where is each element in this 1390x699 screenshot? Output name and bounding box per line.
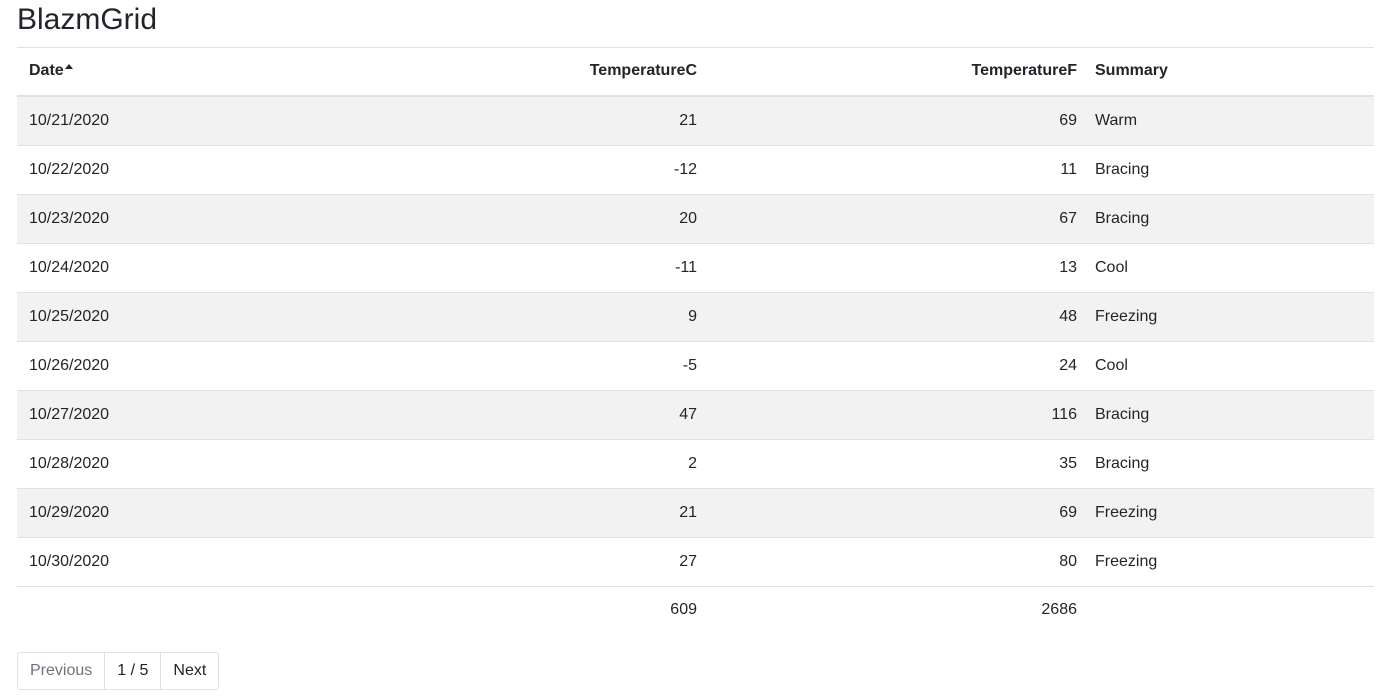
pagination: Previous 1 / 5 Next (17, 652, 220, 690)
summary-cell: Bracing (1089, 390, 1374, 440)
temperature-c-cell: -11 (443, 243, 709, 293)
table-row[interactable]: 10/28/2020 2 35 Bracing (17, 439, 1374, 489)
date-cell: 10/25/2020 (17, 292, 443, 342)
date-cell: 10/26/2020 (17, 341, 443, 391)
date-cell: 10/22/2020 (17, 145, 443, 195)
temperature-f-cell: 35 (709, 439, 1089, 489)
weather-grid: Date TemperatureC TemperatureF Summary 1… (17, 47, 1374, 633)
temperature-f-cell: 11 (709, 145, 1089, 195)
temperature-f-cell: 116 (709, 390, 1089, 440)
summary-cell: Cool (1089, 243, 1374, 293)
date-cell: 10/24/2020 (17, 243, 443, 293)
column-header-summary[interactable]: Summary (1089, 47, 1374, 97)
temperature-c-cell: 27 (443, 537, 709, 587)
total-temperature-c: 609 (670, 601, 697, 618)
temperature-c-cell: 21 (443, 488, 709, 538)
column-header-date[interactable]: Date (17, 47, 443, 97)
summary-cell: Bracing (1089, 194, 1374, 244)
table-row[interactable]: 10/26/2020 -5 24 Cool (17, 341, 1374, 391)
grid-header: Date TemperatureC TemperatureF Summary (17, 47, 1374, 97)
summary-cell: Bracing (1089, 145, 1374, 195)
date-cell: 10/28/2020 (17, 439, 443, 489)
summary-cell: Bracing (1089, 439, 1374, 489)
date-cell: 10/23/2020 (17, 194, 443, 244)
temperature-c-cell: 47 (443, 390, 709, 440)
previous-button[interactable]: Previous (18, 653, 106, 689)
temperature-c-cell: 20 (443, 194, 709, 244)
table-row[interactable]: 10/23/2020 20 67 Bracing (17, 194, 1374, 244)
column-header-temperature-f[interactable]: TemperatureF (709, 47, 1089, 97)
table-row[interactable]: 10/29/2020 21 69 Freezing (17, 488, 1374, 538)
summary-cell: Freezing (1089, 488, 1374, 538)
temperature-c-cell: -12 (443, 145, 709, 195)
temperature-f-cell: 13 (709, 243, 1089, 293)
temperature-f-cell: 67 (709, 194, 1089, 244)
totals-date-cell (17, 587, 443, 634)
temperature-f-cell: 48 (709, 292, 1089, 342)
table-row[interactable]: 10/27/2020 47 116 Bracing (17, 390, 1374, 440)
header-row: Date TemperatureC TemperatureF Summary (17, 47, 1374, 97)
totals-row: 609 2686 (17, 587, 1374, 634)
next-button[interactable]: Next (161, 653, 218, 689)
temperature-f-cell: 69 (709, 488, 1089, 538)
sort-ascending-icon (64, 64, 73, 69)
temperature-c-cell: 2 (443, 439, 709, 489)
temperature-f-cell: 80 (709, 537, 1089, 587)
table-row[interactable]: 10/22/2020 -12 11 Bracing (17, 145, 1374, 195)
summary-cell: Cool (1089, 341, 1374, 391)
date-cell: 10/29/2020 (17, 488, 443, 538)
table-row[interactable]: 10/25/2020 9 48 Freezing (17, 292, 1374, 342)
grid-footer: 609 2686 (17, 587, 1374, 634)
column-header-temperature-c-label: TemperatureC (589, 62, 697, 79)
page: BlazmGrid Date TemperatureC TemperatureF… (0, 0, 1390, 699)
temperature-f-cell: 24 (709, 341, 1089, 391)
date-cell: 10/27/2020 (17, 390, 443, 440)
summary-cell: Freezing (1089, 537, 1374, 587)
date-cell: 10/21/2020 (17, 96, 443, 146)
table-row[interactable]: 10/30/2020 27 80 Freezing (17, 537, 1374, 587)
column-header-temperature-f-label: TemperatureF (971, 62, 1077, 79)
total-temperature-f: 2686 (1041, 601, 1077, 618)
table-row[interactable]: 10/21/2020 21 69 Warm (17, 96, 1374, 146)
page-indicator: 1 / 5 (105, 653, 162, 689)
column-header-summary-label: Summary (1095, 62, 1168, 79)
column-header-temperature-c[interactable]: TemperatureC (443, 47, 709, 97)
temperature-c-cell: 9 (443, 292, 709, 342)
temperature-c-cell: -5 (443, 341, 709, 391)
table-row[interactable]: 10/24/2020 -11 13 Cool (17, 243, 1374, 293)
grid-body: 10/21/2020 21 69 Warm 10/22/2020 -12 11 Bracing… (17, 96, 1374, 587)
date-cell: 10/30/2020 (17, 537, 443, 587)
summary-cell: Freezing (1089, 292, 1374, 342)
temperature-c-cell: 21 (443, 96, 709, 146)
totals-summary-cell (1089, 587, 1374, 634)
summary-cell: Warm (1089, 96, 1374, 146)
page-title: BlazmGrid (17, 3, 158, 36)
column-header-date-label: Date (29, 62, 64, 79)
temperature-f-cell: 69 (709, 96, 1089, 146)
